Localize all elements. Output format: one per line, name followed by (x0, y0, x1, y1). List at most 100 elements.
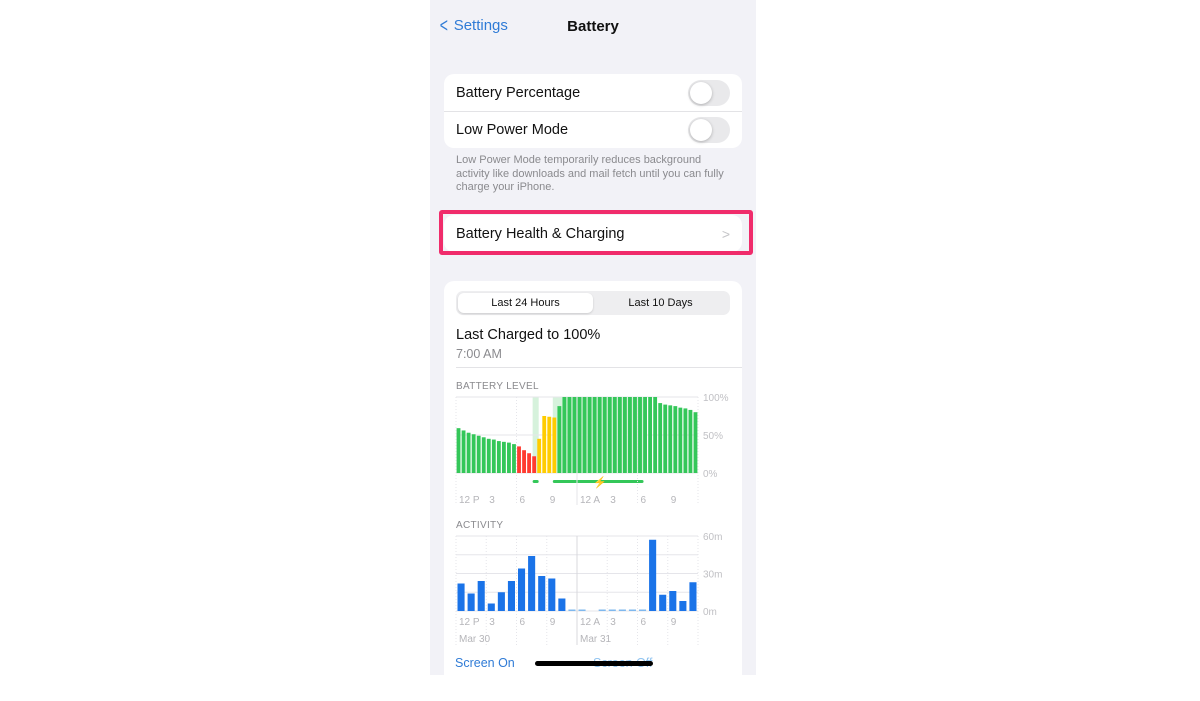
activity-bar-screen-off (608, 609, 616, 611)
activity-bar-screen-off (639, 609, 647, 611)
battery-bar (562, 397, 567, 473)
activity-bar-screen-on (679, 601, 687, 611)
battery-bar (567, 397, 572, 473)
activity-y-tick: 30m (703, 570, 722, 581)
battery-bar (557, 406, 562, 473)
battery-bar (678, 407, 683, 473)
battery-bar (688, 409, 693, 473)
battery-settings-screen: < Settings Battery Battery Percentage Low… (430, 0, 756, 701)
battery-x-tick: 6 (520, 495, 526, 506)
home-indicator (535, 661, 653, 666)
battery-bar (491, 439, 496, 473)
battery-bar (607, 397, 612, 473)
activity-x-tick: 6 (520, 617, 526, 628)
battery-bar (542, 416, 547, 473)
battery-bar (693, 412, 698, 473)
activity-bar-screen-on (518, 568, 526, 611)
activity-bar-screen-on (467, 593, 475, 611)
activity-x-tick: 12 P (459, 617, 480, 628)
activity-bar-screen-on (659, 594, 667, 611)
battery-bar (582, 397, 587, 473)
battery-bar (496, 441, 501, 473)
battery-bar (486, 438, 491, 473)
activity-bar-screen-off (598, 609, 606, 611)
battery-bar (592, 397, 597, 473)
charts-layer: ⚡ 100% 50% 0% 12 P 3 6 9 12 A 3 6 9 60m 30m 0m 12 P 3 6 9 1… (455, 393, 729, 645)
battery-bar (622, 397, 627, 473)
battery-bar (597, 397, 602, 473)
battery-bar (456, 428, 461, 473)
activity-bar-screen-off (618, 609, 626, 611)
activity-y-tick: 60m (703, 532, 722, 543)
activity-bar-screen-on (457, 583, 465, 611)
activity-bar-screen-on (507, 581, 515, 611)
battery-bar (501, 441, 506, 473)
legend-screen-on[interactable]: Screen On (455, 656, 515, 670)
battery-bar (547, 416, 552, 473)
battery-bar (512, 444, 516, 473)
battery-bar (537, 438, 542, 473)
battery-bar (552, 417, 557, 473)
activity-date-label: Mar 31 (580, 634, 612, 645)
activity-bar-screen-on (538, 576, 546, 611)
activity-x-tick: 3 (489, 617, 495, 628)
activity-x-tick: 12 A (580, 617, 600, 628)
battery-bar (612, 397, 617, 473)
battery-x-tick: 3 (610, 495, 616, 506)
battery-y-tick: 100% (703, 393, 729, 404)
charging-indicator (532, 480, 539, 483)
battery-bar (522, 450, 526, 473)
battery-bar (648, 397, 653, 473)
activity-x-tick: 3 (610, 617, 616, 628)
battery-y-tick: 0% (703, 469, 718, 480)
battery-bar (633, 397, 637, 473)
battery-x-tick: 12 A (580, 495, 600, 506)
battery-bar (572, 397, 577, 473)
battery-bar (466, 432, 471, 473)
activity-bar-screen-on (548, 578, 556, 611)
activity-bar-screen-off (628, 609, 636, 611)
activity-bar-screen-on (487, 603, 495, 611)
battery-bar (471, 434, 476, 473)
activity-bar-screen-on (497, 592, 505, 611)
battery-bar (476, 435, 481, 473)
battery-bar (673, 406, 678, 473)
battery-x-tick: 3 (489, 495, 495, 506)
battery-bar (507, 442, 511, 473)
battery-y-tick: 50% (703, 431, 723, 442)
battery-bar (643, 397, 647, 473)
battery-bar (532, 456, 537, 473)
battery-bar (527, 453, 532, 473)
activity-bar-screen-off (568, 609, 576, 611)
battery-bar (577, 397, 582, 473)
battery-bar (628, 397, 632, 473)
battery-bar (658, 403, 663, 473)
battery-bar (617, 397, 622, 473)
charging-bolt-icon: ⚡ (593, 476, 607, 489)
activity-bar-screen-on (558, 598, 566, 611)
battery-bar (638, 397, 642, 473)
battery-x-tick: 6 (641, 495, 647, 506)
activity-x-tick: 9 (550, 617, 556, 628)
activity-bar-screen-on (477, 581, 485, 611)
battery-x-tick: 9 (671, 495, 677, 506)
activity-date-label: Mar 30 (459, 634, 491, 645)
battery-bar (683, 408, 688, 473)
activity-bar-screen-off (578, 609, 586, 611)
battery-x-tick: 9 (550, 495, 556, 506)
activity-x-tick: 6 (641, 617, 647, 628)
activity-bar-screen-on (528, 556, 536, 611)
activity-bar-screen-on (649, 539, 657, 611)
battery-bar (602, 397, 607, 473)
activity-bar-screen-on (669, 591, 677, 611)
battery-bar (663, 404, 668, 473)
activity-x-tick: 9 (671, 617, 677, 628)
battery-bar (481, 437, 486, 473)
battery-bar (517, 446, 521, 473)
battery-bar (653, 397, 658, 473)
activity-bar-screen-on (689, 582, 697, 611)
battery-bar (587, 397, 592, 473)
battery-bar (668, 405, 673, 473)
battery-bar (461, 430, 466, 473)
activity-y-tick: 0m (703, 607, 717, 618)
